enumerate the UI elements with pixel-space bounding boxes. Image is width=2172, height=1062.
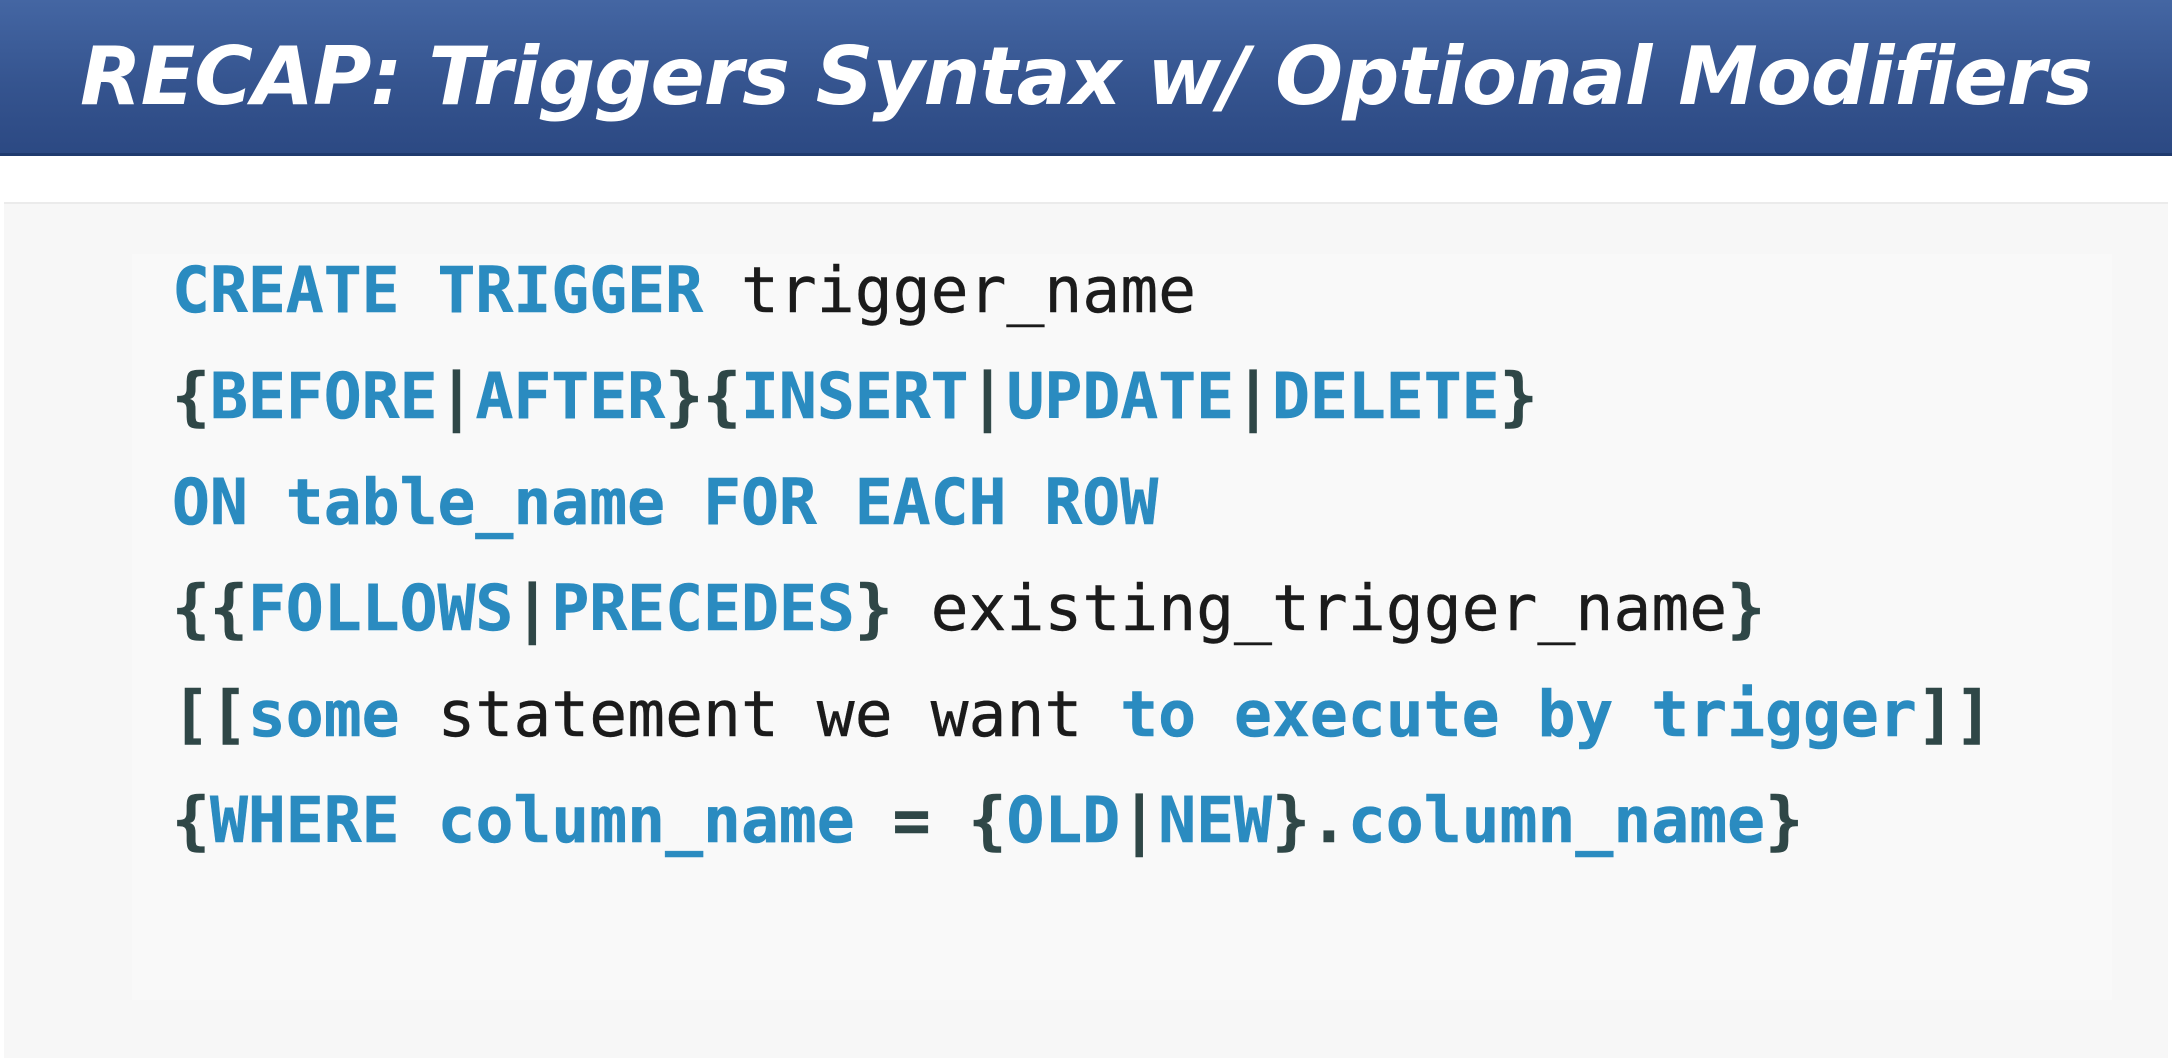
code-keyword: CREATE TRIGGER	[172, 254, 704, 328]
code-line: CREATE TRIGGER trigger_name	[172, 238, 1993, 344]
code-keyword: NEW	[1158, 784, 1272, 858]
code-punctuation: }{	[665, 360, 741, 434]
code-keyword: some	[247, 678, 400, 752]
code-punctuation: ]]	[1916, 678, 1993, 752]
code-keyword: OLD	[1006, 784, 1121, 858]
code-frame: CREATE TRIGGER trigger_name {BEFORE|AFTER…	[4, 202, 2168, 1058]
code-identifier: trigger_name	[703, 254, 1197, 327]
code-punctuation: }	[1765, 784, 1804, 858]
code-punctuation: |	[513, 572, 552, 646]
code-keyword: DELETE	[1272, 360, 1500, 434]
code-keyword: WHERE column_name	[209, 784, 855, 858]
slide-title: RECAP: Triggers Syntax w/ Optional Modif…	[79, 30, 2093, 123]
slide: RECAP: Triggers Syntax w/ Optional Modif…	[0, 0, 2172, 1062]
title-bar: RECAP: Triggers Syntax w/ Optional Modif…	[0, 0, 2172, 156]
code-keyword: column_name	[1347, 784, 1766, 858]
code-punctuation: }	[854, 572, 893, 646]
code-keyword: to execute by trigger	[1120, 678, 1917, 752]
code-punctuation: = {	[854, 784, 1007, 858]
code-punctuation: |	[1234, 360, 1272, 434]
code-punctuation: [[	[172, 678, 248, 752]
code-line: {WHERE column_name = {OLD|NEW}.column_na…	[172, 768, 1993, 874]
code-keyword: INSERT	[740, 360, 969, 434]
code-keyword: AFTER	[475, 360, 666, 434]
code-keyword: FOLLOWS	[247, 572, 514, 646]
code-punctuation: }.	[1271, 784, 1348, 858]
code-line: ON table_name FOR EACH ROW	[172, 450, 1993, 556]
code-line: {{FOLLOWS|PRECEDES} existing_trigger_nam…	[172, 556, 1993, 662]
code-keyword: ON table_name FOR EACH ROW	[172, 466, 1159, 540]
code-punctuation: }	[1499, 360, 1538, 434]
code-punctuation: {	[172, 784, 210, 858]
code-identifier: statement we want	[399, 678, 1121, 751]
code-panel: CREATE TRIGGER trigger_name {BEFORE|AFTER…	[132, 254, 2112, 1000]
code-identifier: existing_trigger_name	[892, 572, 1728, 645]
code-punctuation: |	[437, 360, 476, 434]
code-keyword: BEFORE	[209, 360, 438, 434]
code-punctuation: }	[1727, 572, 1766, 646]
title-gap	[0, 156, 2172, 202]
code-punctuation: {{	[172, 572, 248, 646]
code-keyword: PRECEDES	[551, 572, 855, 646]
code-line: {BEFORE|AFTER}{INSERT|UPDATE|DELETE}	[172, 344, 1993, 450]
trigger-syntax-code: CREATE TRIGGER trigger_name {BEFORE|AFTER…	[172, 238, 1993, 874]
code-line: [[some statement we want to execute by t…	[172, 662, 1993, 768]
code-punctuation: |	[1120, 784, 1159, 858]
code-punctuation: |	[968, 360, 1007, 434]
code-punctuation: {	[172, 360, 210, 434]
code-keyword: UPDATE	[1006, 360, 1235, 434]
